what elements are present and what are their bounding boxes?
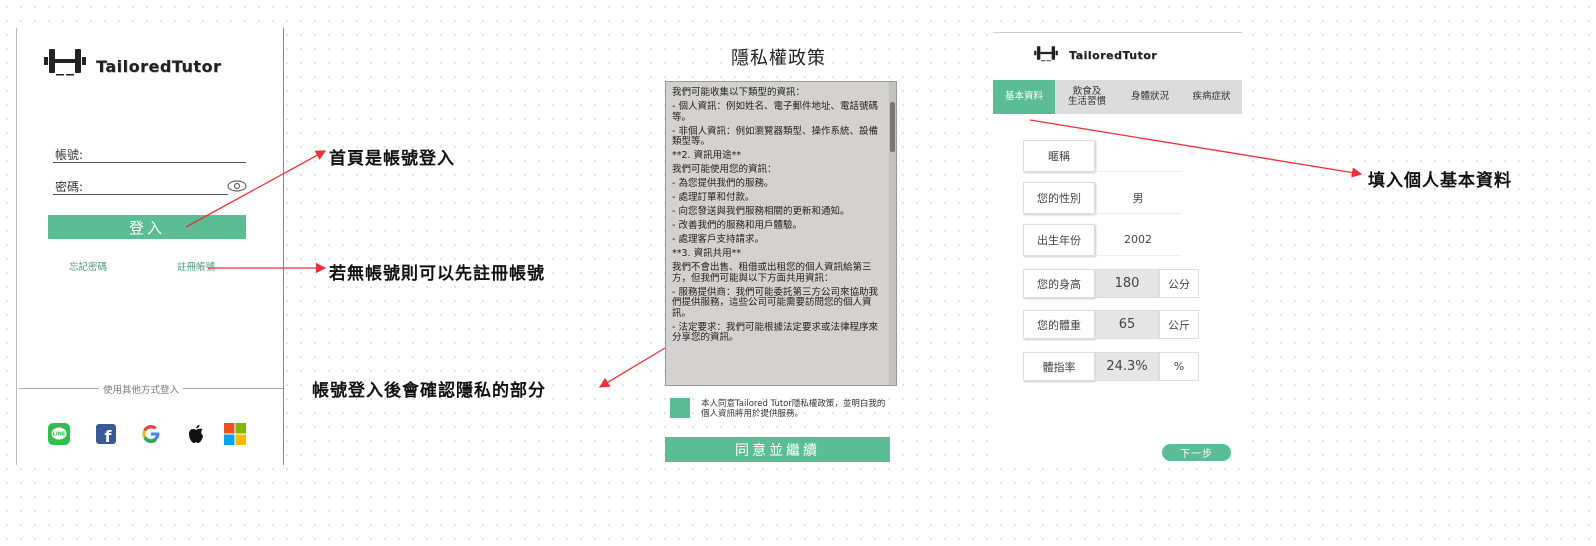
show-password-eye-icon[interactable] <box>226 178 248 198</box>
svg-text:LINE: LINE <box>53 432 66 438</box>
policy-paragraph: - 處理訂單和付款。 <box>672 192 755 203</box>
height-row: 您的身高 180 公分 <box>1023 269 1199 298</box>
annotation-profile: 填入個人基本資料 <box>1368 171 1512 191</box>
tab-body-condition[interactable]: 身體狀況 <box>1119 80 1181 114</box>
account-input[interactable] <box>53 162 246 163</box>
policy-paragraph: - 服務提供商：我們可能委託第三方公司來協助我們提供服務，這些公司可能需要訪問您… <box>672 286 878 319</box>
next-step-button[interactable]: 下一步 <box>1162 444 1231 461</box>
password-input[interactable] <box>53 194 228 195</box>
gender-label: 您的性別 <box>1023 182 1095 214</box>
policy-text-box[interactable]: 我們可能收集以下類型的資訊： - 個人資訊：例如姓名、電子郵件地址、電話號碼等。 -… <box>665 81 897 386</box>
tab-disease-symptoms[interactable]: 疾病症狀 <box>1181 80 1242 114</box>
tab-basic-info[interactable]: 基本資料 <box>993 80 1055 114</box>
policy-title: 隱私權政策 <box>731 48 826 69</box>
dumbbell-logo-icon <box>1033 43 1059 67</box>
bmi-unit: % <box>1159 352 1199 381</box>
agree-text: 本人同意Tailored Tutor隱私權政策，並明白我的個人資訊將用於提供服務… <box>701 399 886 419</box>
svg-text:f: f <box>105 427 113 446</box>
weight-row: 您的體重 65 公斤 <box>1023 310 1199 339</box>
birth-year-input[interactable]: 2002 <box>1095 224 1181 256</box>
forgot-password-link[interactable]: 忘記密碼 <box>69 259 107 273</box>
agree-checkbox[interactable] <box>670 398 690 418</box>
weight-unit: 公斤 <box>1159 310 1199 339</box>
policy-text: 我們可能收集以下類型的資訊： - 個人資訊：例如姓名、電子郵件地址、電話號碼等。 -… <box>672 87 882 347</box>
line-icon[interactable]: LINE <box>47 422 71 446</box>
bmi-value: 24.3% <box>1095 352 1159 381</box>
annotation-privacy: 帳號登入後會確認隱私的部分 <box>312 381 546 401</box>
gender-row: 您的性別 男 <box>1023 182 1181 214</box>
policy-paragraph: 我們不會出售、租借或出租您的個人資訊給第三方，但我們可能與以下方面共用資訊： <box>672 262 872 284</box>
bmi-row: 體指率 24.3% % <box>1023 352 1199 381</box>
windows-icon[interactable] <box>223 422 247 446</box>
policy-scroll-thumb[interactable] <box>890 102 895 152</box>
tab-diet-lifestyle[interactable]: 飲食及 生活習慣 <box>1055 80 1119 114</box>
account-label: 帳號: <box>55 148 84 162</box>
profile-tabs: 基本資料 飲食及 生活習慣 身體狀況 疾病症狀 <box>993 80 1242 114</box>
other-login-text: 使用其他方式登入 <box>99 382 184 396</box>
policy-paragraph: - 法定要求：我們可能根據法定要求或法律程序來分享您的資訊。 <box>672 321 878 343</box>
policy-paragraph: - 向您發送與我們服務相關的更新和通知。 <box>672 206 850 217</box>
height-unit: 公分 <box>1159 269 1199 298</box>
policy-paragraph: - 為您提供我們的服務。 <box>672 178 774 189</box>
bmi-label: 體指率 <box>1023 352 1095 381</box>
password-label: 密碼: <box>55 180 84 194</box>
weight-input[interactable]: 65 <box>1095 310 1159 339</box>
nickname-label: 暱稱 <box>1023 140 1095 172</box>
register-link[interactable]: 註冊帳號 <box>177 259 215 273</box>
dumbbell-logo-icon <box>42 44 88 82</box>
weight-label: 您的體重 <box>1023 310 1095 339</box>
google-icon[interactable] <box>139 422 163 446</box>
annotation-login: 首頁是帳號登入 <box>329 149 455 169</box>
arrow-privacy <box>598 347 666 388</box>
login-button[interactable]: 登入 <box>48 215 246 239</box>
profile-brand: TailoredTutor <box>1033 43 1157 67</box>
height-label: 您的身高 <box>1023 269 1095 298</box>
policy-paragraph: 我們可能使用您的資訊： <box>672 164 777 175</box>
policy-paragraph: - 非個人資訊：例如瀏覽器類型、操作系統、設備類型等。 <box>672 125 878 147</box>
policy-paragraph: **2. 資訊用途** <box>672 150 742 161</box>
birth-year-row: 出生年份 2002 <box>1023 224 1181 256</box>
login-brand-text: TailoredTutor <box>96 56 222 76</box>
nickname-input[interactable] <box>1095 140 1181 172</box>
gender-select[interactable]: 男 <box>1095 182 1181 214</box>
agree-continue-button[interactable]: 同意並繼續 <box>665 437 890 462</box>
apple-icon[interactable] <box>184 422 208 446</box>
login-screen: TailoredTutor 帳號: 密碼: 登入 忘記密碼 註冊帳號 使用其他方… <box>16 28 284 465</box>
height-input[interactable]: 180 <box>1095 269 1159 298</box>
profile-screen: TailoredTutor 基本資料 飲食及 生活習慣 身體狀況 疾病症狀 暱稱… <box>993 32 1242 465</box>
annotation-register: 若無帳號則可以先註冊帳號 <box>329 264 545 284</box>
facebook-icon[interactable]: f <box>94 422 118 446</box>
policy-paragraph: - 個人資訊：例如姓名、電子郵件地址、電話號碼等。 <box>672 101 878 123</box>
nickname-row: 暱稱 <box>1023 140 1181 172</box>
login-brand: TailoredTutor <box>42 44 221 82</box>
birth-year-label: 出生年份 <box>1023 224 1095 256</box>
policy-paragraph: - 改善我們的服務和用戶體驗。 <box>672 220 802 231</box>
policy-paragraph: **3. 資訊共用** <box>672 248 742 259</box>
policy-paragraph: - 處理客戶支持請求。 <box>672 234 764 245</box>
policy-paragraph: 我們可能收集以下類型的資訊： <box>672 87 806 98</box>
profile-brand-text: TailoredTutor <box>1069 48 1158 62</box>
